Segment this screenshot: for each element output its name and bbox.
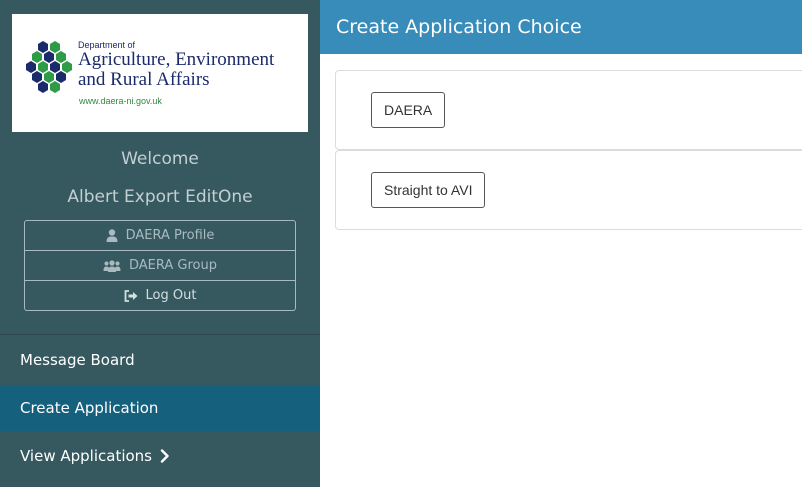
daera-group-link[interactable]: DAERA Group — [25, 251, 295, 281]
nav-view-applications-label: View Applications — [20, 447, 152, 465]
log-out-label: Log Out — [145, 288, 197, 303]
daera-logo[interactable]: Department of Agriculture, Environment a… — [12, 14, 308, 132]
user-menu: DAERA Profile DAERA Group Log Out — [24, 220, 296, 311]
nav-message-board-label: Message Board — [20, 351, 135, 369]
hexagon-emblem-icon — [26, 41, 72, 93]
daera-profile-label: DAERA Profile — [125, 228, 215, 243]
daera-profile-link[interactable]: DAERA Profile — [25, 221, 295, 251]
users-icon — [103, 259, 121, 272]
sign-out-icon — [124, 289, 138, 302]
nav-create-application[interactable]: Create Application — [0, 385, 320, 431]
page-title: Create Application Choice — [336, 16, 582, 38]
log-out-link[interactable]: Log Out — [25, 281, 295, 310]
nav-message-board[interactable]: Message Board — [0, 337, 320, 383]
straight-to-avi-button[interactable]: Straight to AVI — [371, 172, 486, 208]
daera-group-label: DAERA Group — [129, 258, 217, 273]
logo-title-line2: and Rural Affairs — [78, 69, 210, 90]
welcome-text: Welcome — [121, 149, 199, 169]
user-name: Albert Export EditOne — [67, 187, 253, 207]
sidebar: Department of Agriculture, Environment a… — [0, 0, 320, 487]
choice-card: Straight to AVI — [335, 150, 802, 230]
page-header: Create Application Choice — [320, 0, 802, 54]
nav-view-applications[interactable]: View Applications — [0, 433, 320, 479]
daera-choice-button[interactable]: DAERA — [371, 92, 446, 128]
logo-url: www.daera-ni.gov.uk — [79, 96, 162, 106]
user-icon — [106, 229, 118, 242]
sidebar-divider — [0, 334, 320, 335]
logo-title-line1: Agriculture, Environment — [78, 49, 275, 70]
chevron-right-icon — [160, 449, 169, 463]
choice-card: DAERA — [335, 70, 802, 150]
nav-create-application-label: Create Application — [20, 399, 159, 417]
